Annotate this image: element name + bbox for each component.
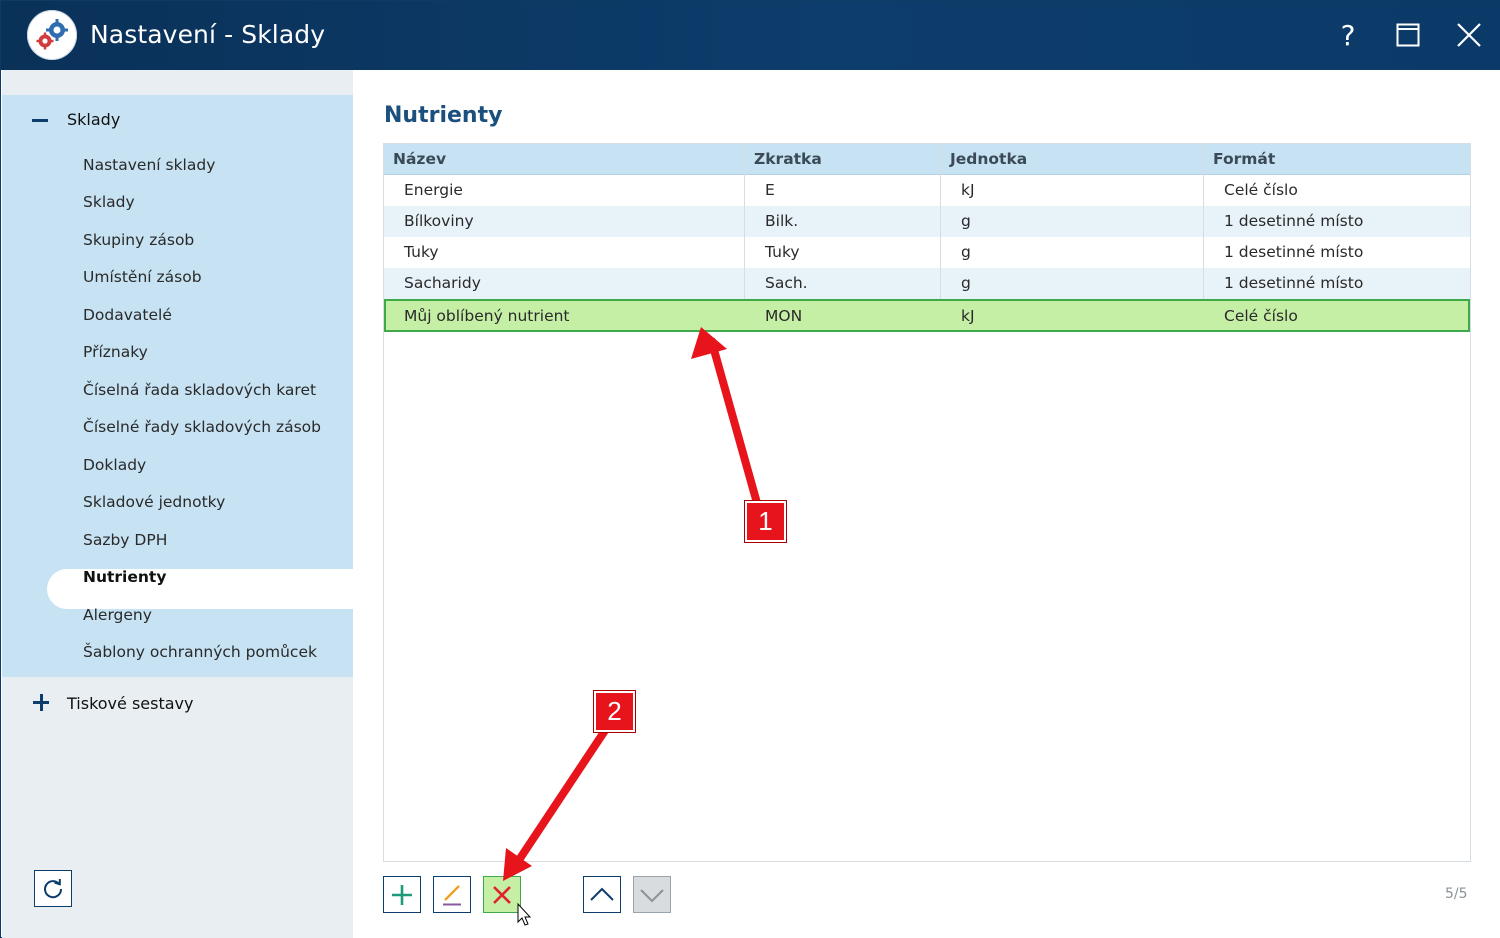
table-row[interactable]: Energie E kJ Celé číslo [384, 175, 1470, 206]
cell-zkratka: Tuky [765, 243, 800, 261]
tree-node-tiskove-sestavy[interactable]: Tiskové sestavy [2, 682, 353, 726]
help-button[interactable]: ? [1328, 15, 1368, 55]
cell-jednotka: g [961, 274, 971, 292]
column-header-zkratka[interactable]: Zkratka [754, 144, 822, 175]
sidebar-item-sablony-pomucek[interactable]: Šablony ochranných pomůcek [83, 637, 317, 667]
cell-nazev: Můj oblíbený nutrient [404, 307, 570, 325]
sidebar-item-nutrienty[interactable]: Nutrienty [83, 562, 166, 592]
window-title: Nastavení - Sklady [90, 20, 326, 49]
sidebar-item-priznaky[interactable]: Příznaky [83, 337, 148, 367]
tree-group-sklady: Sklady Nastavení sklady Sklady Skupiny z… [2, 95, 353, 677]
cell-zkratka: MON [765, 307, 803, 325]
cell-zkratka: E [765, 181, 775, 199]
sidebar-item-ciselna-rada-karet[interactable]: Číselná řada skladových karet [83, 375, 316, 405]
main-panel: Nutrienty Název Zkratka Jednotka Formát … [353, 70, 1500, 938]
table-row[interactable]: Tuky Tuky g 1 desetinné místo [384, 237, 1470, 268]
table-row-selected[interactable]: Můj oblíbený nutrient MON kJ Celé číslo [384, 299, 1470, 332]
move-up-button[interactable] [583, 876, 621, 913]
pencil-icon [443, 884, 461, 905]
sidebar-item-doklady[interactable]: Doklady [83, 450, 146, 480]
cell-format: 1 desetinné místo [1224, 274, 1364, 292]
cell-format: Celé číslo [1224, 307, 1298, 325]
move-down-button[interactable] [633, 876, 671, 913]
collapse-icon[interactable] [32, 119, 48, 122]
sidebar-item-sklady[interactable]: Sklady [83, 187, 135, 217]
cell-format: Celé číslo [1224, 181, 1298, 199]
cell-nazev: Energie [404, 181, 463, 199]
page-title: Nutrienty [384, 103, 503, 128]
sidebar-item-skladove-jednotky[interactable]: Skladové jednotky [83, 487, 225, 517]
sidebar-item-nastaveni-skladu[interactable]: Nastavení sklady [83, 150, 215, 180]
table-row[interactable]: Bílkoviny Bilk. g 1 desetinné místo [384, 206, 1470, 237]
cell-zkratka: Bilk. [765, 212, 799, 230]
column-header-format[interactable]: Formát [1213, 144, 1275, 175]
cell-format: 1 desetinné místo [1224, 212, 1364, 230]
cell-jednotka: kJ [961, 181, 975, 199]
title-bar: Nastavení - Sklady ? [1, 1, 1500, 70]
chevron-down-icon [640, 888, 664, 902]
cell-jednotka: g [961, 243, 971, 261]
cell-nazev: Bílkoviny [404, 212, 474, 230]
sidebar-item-umisteni-zasob[interactable]: Umístění zásob [83, 262, 202, 292]
chevron-up-icon [590, 887, 614, 901]
annotation-badge-1: 1 [745, 501, 786, 542]
cell-jednotka: g [961, 212, 971, 230]
cell-jednotka: kJ [961, 307, 975, 325]
close-button[interactable] [1449, 15, 1489, 55]
sidebar-item-ciselne-rady-zasob[interactable]: Číselné řady skladových zásob [83, 412, 321, 442]
edit-button[interactable] [433, 876, 471, 913]
cell-zkratka: Sach. [765, 274, 808, 292]
tree-node-label: Tiskové sestavy [67, 694, 194, 713]
cell-format: 1 desetinné místo [1224, 243, 1364, 261]
table-row[interactable]: Sacharidy Sach. g 1 desetinné místo [384, 268, 1470, 299]
sidebar-item-dodavatele[interactable]: Dodavatelé [83, 300, 172, 330]
delete-x-icon [493, 885, 511, 904]
refresh-icon [44, 878, 63, 898]
record-counter: 5/5 [1445, 886, 1468, 902]
help-icon: ? [1340, 18, 1356, 52]
column-header-jednotka[interactable]: Jednotka [950, 144, 1027, 175]
sidebar: Sklady Nastavení sklady Sklady Skupiny z… [2, 70, 353, 938]
sidebar-item-alergeny[interactable]: Alergeny [83, 600, 152, 630]
plus-icon [392, 884, 412, 905]
cell-nazev: Tuky [404, 243, 439, 261]
delete-button[interactable] [483, 876, 521, 913]
nutrients-table: Název Zkratka Jednotka Formát Energie E … [383, 143, 1471, 862]
sidebar-item-skupiny-zasob[interactable]: Skupiny zásob [83, 225, 194, 255]
close-icon [1457, 23, 1481, 47]
settings-window: Nastavení - Sklady ? Sklady Nastavení sk… [0, 0, 1500, 938]
expand-icon[interactable] [33, 694, 51, 712]
maximize-button[interactable] [1388, 15, 1428, 55]
refresh-button[interactable] [34, 870, 72, 907]
app-logo-gears-icon [27, 10, 77, 60]
maximize-icon [1396, 23, 1420, 47]
tree-node-label: Sklady [67, 110, 121, 129]
annotation-badge-2: 2 [594, 691, 635, 732]
add-button[interactable] [383, 876, 421, 913]
sidebar-item-sazby-dph[interactable]: Sazby DPH [83, 525, 167, 555]
column-header-nazev[interactable]: Název [393, 144, 446, 175]
table-header: Název Zkratka Jednotka Formát [384, 144, 1470, 175]
tree-node-sklady[interactable]: Sklady [2, 95, 353, 147]
cell-nazev: Sacharidy [404, 274, 481, 292]
